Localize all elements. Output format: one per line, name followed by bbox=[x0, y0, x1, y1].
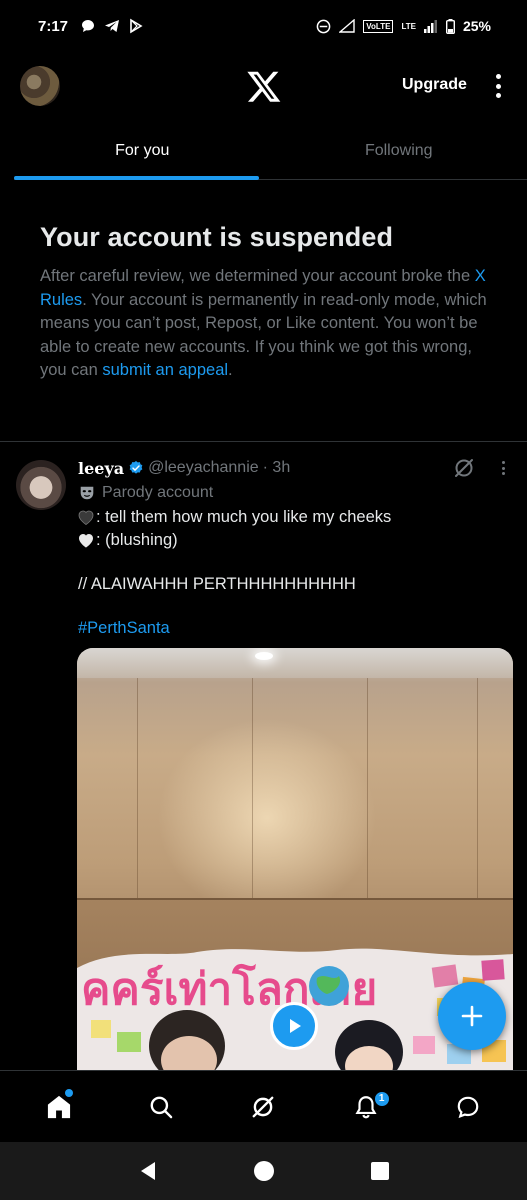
tweet-line: : tell them how much you like my cheeks bbox=[96, 508, 392, 526]
nav-home[interactable] bbox=[29, 1077, 89, 1137]
hashtag-link[interactable]: #PerthSanta bbox=[78, 617, 170, 640]
grok-icon[interactable] bbox=[452, 456, 476, 480]
cell-signal-icon bbox=[423, 20, 437, 33]
tab-following[interactable]: Following bbox=[271, 124, 527, 179]
home-icon bbox=[48, 1095, 71, 1118]
profile-avatar[interactable] bbox=[20, 66, 60, 106]
do-not-disturb-icon bbox=[316, 19, 331, 33]
nav-messages[interactable] bbox=[438, 1077, 498, 1137]
author-name[interactable]: leeya bbox=[78, 459, 124, 478]
notice-text: After careful review, we determined your… bbox=[40, 267, 475, 285]
recents-icon[interactable] bbox=[370, 1161, 390, 1181]
lte-indicator: LTE bbox=[401, 21, 416, 31]
bottom-navigation: 1 bbox=[0, 1070, 527, 1142]
wifi-signal-icon bbox=[339, 19, 355, 33]
new-posts-dot bbox=[65, 1088, 74, 1097]
tweet-more-icon[interactable] bbox=[498, 458, 508, 478]
tweet-author-avatar[interactable] bbox=[16, 460, 66, 510]
telegram-icon bbox=[105, 20, 120, 32]
notice-body: After careful review, we determined your… bbox=[40, 265, 490, 383]
parody-text: Parody account bbox=[102, 484, 214, 501]
nav-search[interactable] bbox=[131, 1077, 191, 1137]
nav-notifications[interactable]: 1 bbox=[336, 1077, 396, 1137]
play-store-icon bbox=[130, 18, 143, 34]
nav-grok[interactable] bbox=[233, 1077, 293, 1137]
search-icon bbox=[150, 1096, 173, 1118]
system-navigation-bar bbox=[0, 1142, 527, 1200]
notifications-badge: 1 bbox=[373, 1090, 390, 1107]
tab-for-you[interactable]: For you bbox=[14, 124, 271, 180]
parody-label: Parody account bbox=[78, 482, 523, 504]
author-handle[interactable]: @leeyachannie bbox=[148, 459, 259, 477]
app-header: Upgrade bbox=[0, 56, 527, 116]
battery-level: 25% bbox=[462, 18, 491, 34]
tweet-text: : tell them how much you like my cheeks … bbox=[78, 506, 523, 640]
tweet-line: // ALAIWAHHH PERTHHHHHHHHHH bbox=[78, 575, 356, 593]
notice-title: Your account is suspended bbox=[40, 222, 394, 252]
divider bbox=[0, 441, 527, 442]
chat-bubble-icon bbox=[82, 20, 95, 32]
notice-text: . bbox=[228, 361, 233, 379]
tweet-line: : (blushing) bbox=[96, 531, 178, 549]
tweet-time[interactable]: · 3h bbox=[263, 459, 291, 477]
black-heart-icon bbox=[78, 510, 94, 525]
volte-indicator: VoLTE bbox=[363, 19, 394, 33]
compose-button[interactable] bbox=[438, 982, 506, 1050]
mask-icon bbox=[80, 486, 94, 500]
white-heart-icon bbox=[79, 534, 93, 548]
video-play-button[interactable] bbox=[270, 1002, 318, 1050]
status-bar: 7:17 VoLTE LTE 25% bbox=[0, 0, 527, 52]
verified-badge-icon bbox=[129, 461, 143, 474]
more-options-icon[interactable] bbox=[490, 70, 506, 102]
message-bubble-icon bbox=[457, 1096, 479, 1118]
play-icon bbox=[290, 1019, 301, 1033]
x-logo-icon[interactable] bbox=[246, 68, 282, 104]
battery-icon bbox=[445, 18, 455, 34]
back-icon[interactable] bbox=[138, 1160, 158, 1182]
status-time: 7:17 bbox=[38, 17, 69, 35]
grok-icon bbox=[253, 1096, 274, 1117]
plus-icon bbox=[461, 1005, 483, 1027]
home-circle-icon[interactable] bbox=[253, 1160, 275, 1182]
timeline-tabs: For you Following bbox=[14, 124, 527, 180]
submit-appeal-link[interactable]: submit an appeal bbox=[102, 361, 228, 379]
suspension-notice: Your account is suspended After careful … bbox=[40, 222, 490, 383]
upgrade-button[interactable]: Upgrade bbox=[402, 76, 467, 94]
